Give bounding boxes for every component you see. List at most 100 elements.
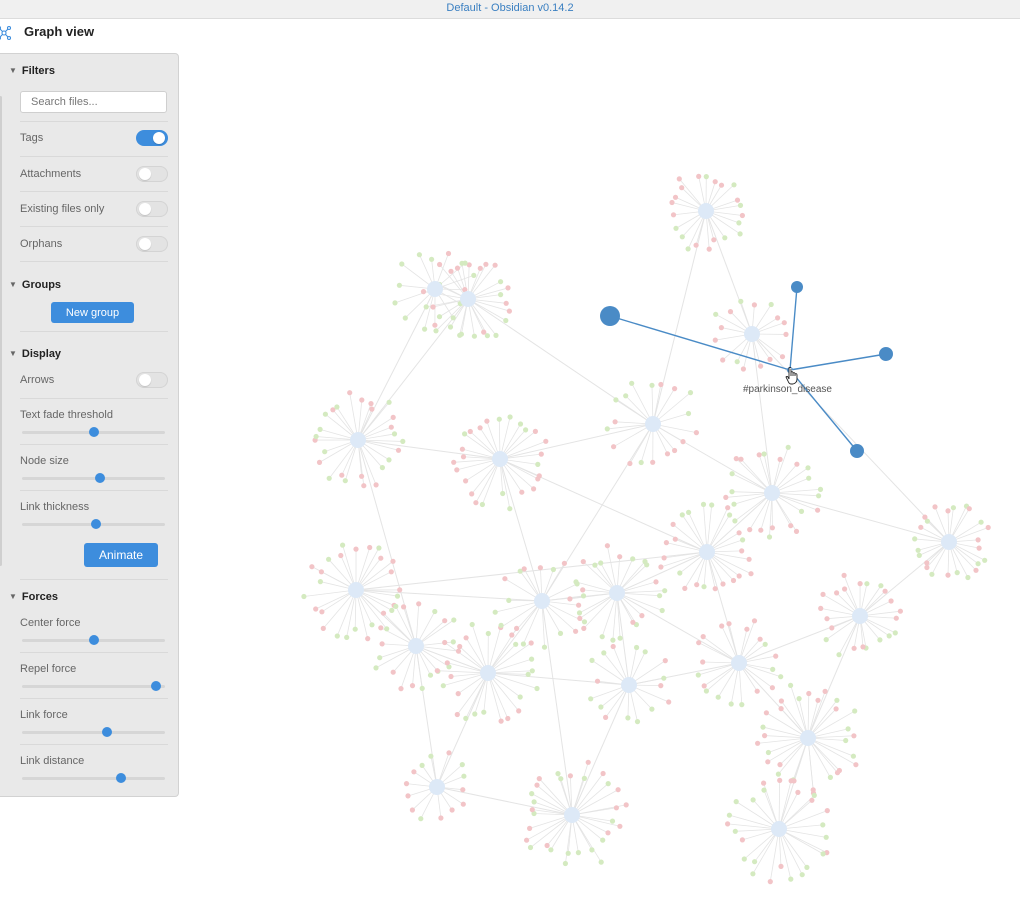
graph-leaf-node [422,326,428,332]
graph-leaf-node [788,523,794,529]
graph-leaf-node [399,261,405,267]
graph-leaf-node [531,799,537,805]
link-thickness-slider[interactable] [20,518,167,530]
link-force-label: Link force [20,709,68,721]
graph-leaf-node [588,696,594,702]
graph-leaf-node [605,830,611,836]
graph-leaf-node [536,776,542,782]
graph-leaf-node [577,615,583,622]
graph-leaf-node [669,199,675,206]
graph-leaf-node [580,559,586,565]
graph-leaf-node [316,459,323,465]
tags-toggle[interactable] [136,130,168,146]
graph-hub-node [480,665,496,681]
attachments-label: Attachments [20,168,82,180]
animate-button[interactable]: Animate [84,543,158,567]
search-files-input[interactable] [20,91,167,113]
graph-leaf-node [502,576,508,582]
text-fade-threshold-slider[interactable] [20,426,167,438]
slider-thumb[interactable] [151,681,162,691]
graph-leaf-node [695,672,701,678]
graph-leaf-node [892,630,898,636]
filters-heading[interactable]: ▼ Filters [9,65,55,77]
forces-heading[interactable]: ▼ Forces [9,591,58,603]
graph-leaf-node [975,537,981,543]
graph-leaf-node [395,447,402,453]
graph-leaf-node [460,787,466,793]
divider [20,156,168,157]
graph-leaf-node [864,581,870,587]
attachments-toggle[interactable] [136,166,168,182]
slider-thumb[interactable] [116,773,127,783]
graph-leaf-node [580,593,587,599]
new-group-button[interactable]: New group [51,302,134,323]
divider [20,191,168,192]
display-heading[interactable]: ▼ Display [9,348,61,360]
graph-leaf-node [820,822,826,828]
node-size-slider[interactable] [20,472,167,484]
graph-leaf-node [824,616,830,622]
graph-leaf-node [398,686,404,692]
caret-down-icon: ▼ [9,66,17,75]
center-force-slider[interactable] [20,634,167,646]
graph-leaf-node [447,324,454,330]
graph-leaf-node [737,202,744,208]
toggle-knob [139,203,151,215]
graph-leaf-node [581,775,588,782]
graph-leaf-node [469,491,475,497]
graph-leaf-node [729,489,735,495]
graph-leaf-node [319,609,325,615]
graph-leaf-node [531,486,537,492]
graph-leaf-node [823,834,829,840]
graph-leaf-node [460,454,467,460]
link-force-slider[interactable] [20,726,167,738]
graph-link [778,828,828,853]
graph-hub-node [800,730,816,746]
graph-leaf-node [342,478,348,484]
graph-leaf-node [985,524,991,531]
graph-leaf-node [600,837,606,843]
divider [20,121,168,122]
slider-thumb[interactable] [88,427,99,437]
graph-link [355,551,708,591]
graph-leaf-node [352,626,358,632]
slider-thumb[interactable] [88,635,99,645]
graph-leaf-node [459,446,465,452]
graph-leaf-node [758,527,764,533]
graph-leaf-node [912,536,918,542]
arrows-toggle[interactable] [136,372,168,388]
graph-link [357,439,501,460]
graph-leaf-node [373,665,379,671]
toggle-knob [153,132,165,144]
link-thickness-label: Link thickness [20,501,90,513]
graph-leaf-node [775,315,781,321]
graph-leaf-node [769,525,776,531]
groups-heading[interactable]: ▼ Groups [9,279,61,291]
graph-leaf-node [736,220,742,226]
node-size-label: Node size [20,455,69,467]
link-distance-slider[interactable] [20,772,167,784]
graph-leaf-node [615,787,621,793]
slider-thumb[interactable] [91,519,102,529]
graph-leaf-node [834,590,840,596]
orphans-label: Orphans [20,238,63,250]
graph-leaf-node [521,566,527,572]
graph-leaf-node [659,607,665,614]
slider-thumb[interactable] [95,473,106,483]
graph-link [436,786,573,816]
highlight-layer [600,281,893,458]
existing-files-only-toggle[interactable] [136,201,168,217]
graph-leaf-node [754,688,760,694]
orphans-toggle[interactable] [136,236,168,252]
slider-thumb[interactable] [102,727,113,737]
graph-leaf-node [611,444,617,450]
window-title: Default - Obsidian v0.14.2 [446,2,574,14]
divider [20,331,168,332]
graph-leaf-node [455,691,461,697]
graph-leaf-node [751,618,758,624]
graph-leaf-node [589,657,595,664]
graph-leaf-node [509,632,515,638]
graph-leaf-node [649,382,655,388]
repel-force-slider[interactable] [20,680,167,692]
graph-leaf-node [625,715,631,721]
